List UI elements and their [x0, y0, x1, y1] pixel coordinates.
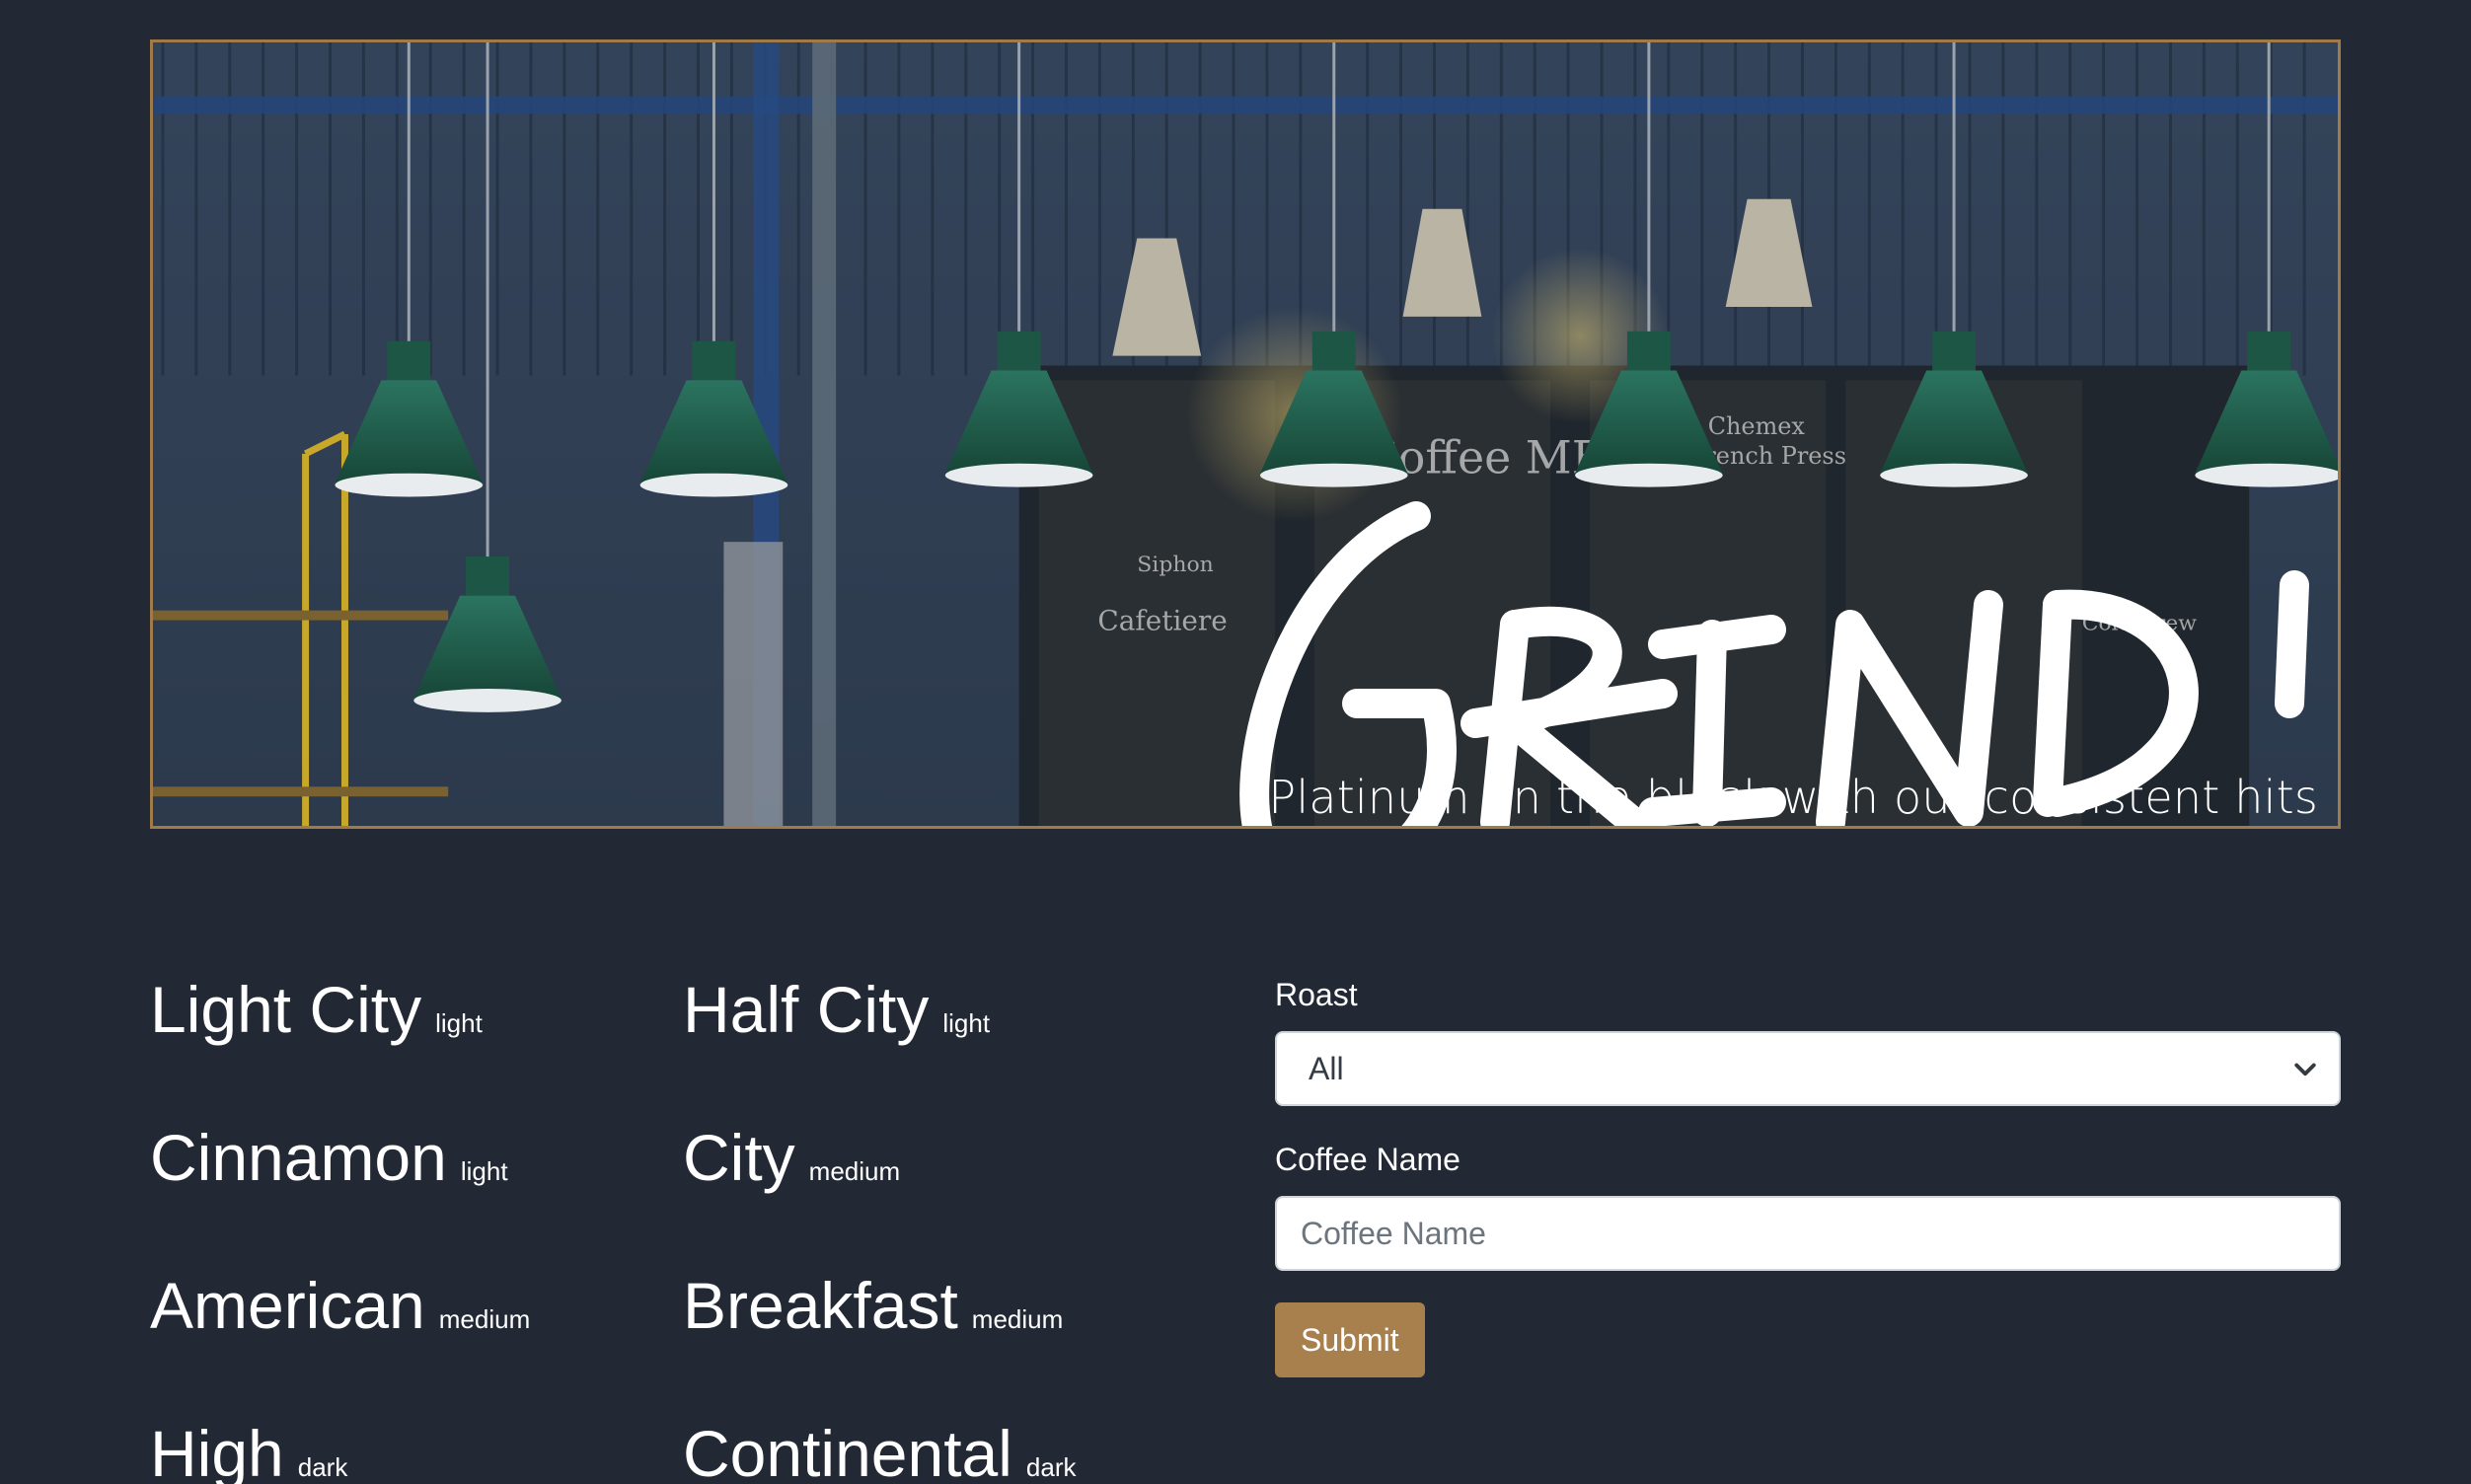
submit-button[interactable]: Submit	[1275, 1302, 1425, 1377]
hero-banner: Coffee MENU Chemex French Press Cafetier…	[150, 39, 2341, 829]
roast-item: City medium	[683, 1120, 900, 1195]
roast-name: American	[150, 1269, 425, 1342]
chalk-cafetiere-text: Cafetiere	[1097, 605, 1227, 637]
roast-name: Half City	[683, 973, 930, 1046]
roast-level: dark	[1025, 1452, 1077, 1482]
roast-item: High dark	[150, 1416, 347, 1484]
roast-item: Breakfast medium	[683, 1268, 1063, 1343]
roast-name: Light City	[150, 973, 422, 1046]
roast-select[interactable]: All	[1275, 1031, 2341, 1106]
hero-tagline: Platinum on the block with our consisten…	[1268, 771, 2318, 824]
page: Coffee MENU Chemex French Press Cafetier…	[0, 0, 2471, 1484]
roast-name: Breakfast	[683, 1269, 958, 1342]
roast-item: Continental dark	[683, 1416, 1076, 1484]
roast-select-value: All	[1309, 1050, 1344, 1086]
roast-level: medium	[971, 1304, 1064, 1334]
roast-label: Roast	[1275, 977, 1358, 1012]
coffee-name-label: Coffee Name	[1275, 1142, 1460, 1177]
roast-level: medium	[438, 1304, 531, 1334]
roast-level: dark	[297, 1452, 348, 1482]
roast-item: Half City light	[683, 972, 990, 1047]
roast-level: light	[435, 1008, 483, 1038]
roast-level: medium	[808, 1156, 901, 1186]
roast-item: Cinnamon light	[150, 1120, 508, 1195]
roast-level: light	[942, 1008, 991, 1038]
chevron-down-icon	[2294, 1063, 2316, 1076]
roast-name: High	[150, 1417, 284, 1484]
chalk-siphon-text: Siphon	[1137, 553, 1214, 577]
roast-name: Continental	[683, 1417, 1012, 1484]
roast-item: Light City light	[150, 972, 483, 1047]
roast-name: Cinnamon	[150, 1121, 447, 1194]
roast-name: City	[683, 1121, 795, 1194]
roast-level: light	[460, 1156, 508, 1186]
coffee-name-input[interactable]	[1275, 1196, 2341, 1271]
coffee-filter-form: Roast All Coffee Name Submit	[1275, 977, 2341, 1377]
roast-item: American medium	[150, 1268, 530, 1343]
chalk-chemex-text: Chemex	[1708, 412, 1806, 440]
